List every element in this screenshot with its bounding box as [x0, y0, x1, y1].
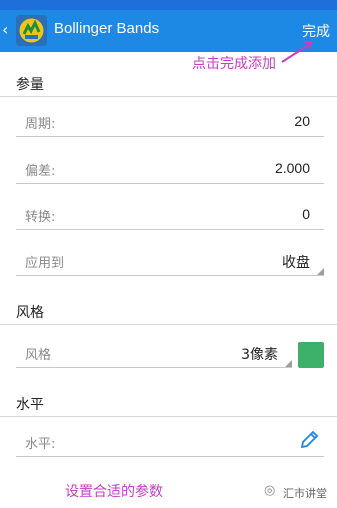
level-label: 水平:: [25, 437, 56, 452]
wechat-icon: ◎: [264, 483, 276, 498]
dropdown-corner-icon: [285, 360, 292, 367]
annotation-arrow-icon: [281, 41, 314, 63]
level-field[interactable]: 水平:: [16, 427, 324, 457]
style-dropdown[interactable]: 风格 3像素: [16, 338, 292, 368]
shift-label: 转换:: [25, 210, 56, 225]
style-value[interactable]: 3像素: [241, 344, 278, 364]
metatrader-app-icon: [16, 15, 47, 46]
level-divider: [0, 416, 337, 417]
dropdown-corner-icon: [317, 268, 324, 275]
pencil-icon[interactable]: [298, 429, 320, 451]
back-icon[interactable]: ‹: [2, 20, 8, 39]
style-divider: [0, 324, 337, 325]
watermark-text: 汇市讲堂: [283, 487, 327, 500]
color-swatch[interactable]: [298, 342, 324, 368]
deviation-value[interactable]: 2.000: [275, 160, 310, 176]
apply-to-label: 应用到: [25, 256, 65, 271]
period-label: 周期:: [25, 117, 56, 132]
apply-to-dropdown[interactable]: 应用到 收盘: [16, 246, 324, 276]
deviation-label: 偏差:: [25, 164, 56, 179]
apply-to-value[interactable]: 收盘: [282, 252, 310, 272]
level-section-title: 水平: [16, 397, 44, 413]
shift-field[interactable]: 转换: 0: [16, 200, 324, 230]
annotation-top: 点击完成添加: [192, 56, 276, 72]
style-label: 风格: [25, 348, 52, 363]
annotation-bottom: 设置合适的参数: [65, 484, 163, 500]
page-title: Bollinger Bands: [54, 20, 160, 37]
style-section-title: 风格: [16, 305, 44, 321]
status-bar: [0, 0, 337, 10]
params-divider: [0, 96, 337, 97]
deviation-field[interactable]: 偏差: 2.000: [16, 154, 324, 184]
period-field[interactable]: 周期: 20: [16, 107, 324, 137]
period-value[interactable]: 20: [294, 113, 310, 129]
params-section-title: 参量: [16, 77, 44, 93]
shift-value[interactable]: 0: [302, 206, 310, 222]
